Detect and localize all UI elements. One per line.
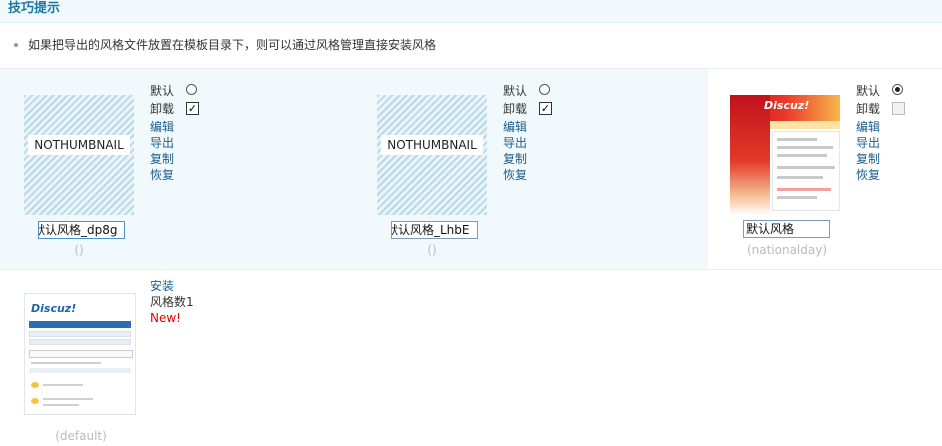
style-preview-image: Discuz! — [24, 293, 136, 415]
default-radio[interactable] — [892, 84, 903, 95]
restore-link[interactable]: 恢复 — [150, 167, 174, 183]
style-count: 风格数1 — [150, 295, 194, 309]
style-name-value: 默认风格_LhbE — [391, 223, 470, 237]
style-preview-image: Discuz! — [730, 95, 840, 215]
copy-link[interactable]: 复制 — [503, 151, 527, 167]
export-link[interactable]: 导出 — [856, 135, 880, 151]
restore-link[interactable]: 恢复 — [503, 167, 527, 183]
preview-nav — [770, 121, 840, 129]
copy-link[interactable]: 复制 — [150, 151, 174, 167]
preview-panel — [772, 131, 840, 211]
default-radio[interactable] — [539, 84, 550, 95]
tips-header: 技巧提示 — [0, 0, 942, 23]
style-thumbnail: NOTHUMBNAIL — [24, 95, 134, 215]
uninstall-option: 卸载 — [856, 101, 905, 119]
default-label: 默认 — [503, 84, 528, 98]
style-name-input[interactable]: 默认风格_dp8g — [38, 221, 125, 239]
preview-search — [29, 350, 133, 358]
style-name-value: 默认风格 — [746, 222, 795, 236]
style-actions: 默认 卸载 ✓ 编辑 导出 复制 恢复 — [150, 83, 199, 183]
preview-section-bar — [29, 368, 131, 373]
discuz-logo: Discuz! — [764, 99, 810, 112]
uninstalled-style-actions: 安装 风格数1 New! — [150, 278, 194, 326]
edit-link[interactable]: 编辑 — [856, 119, 880, 135]
tip-text: 如果把导出的风格文件放置在模板目录下，则可以通过风格管理直接安装风格 — [28, 38, 437, 52]
uninstall-option: 卸载 ✓ — [503, 101, 552, 119]
style-name-value: 默认风格_dp8g — [38, 223, 118, 237]
restore-link[interactable]: 恢复 — [856, 167, 880, 183]
style-thumbnail: NOTHUMBNAIL — [377, 95, 487, 215]
uninstall-checkbox[interactable]: ✓ — [186, 102, 199, 115]
edit-link[interactable]: 编辑 — [150, 119, 174, 135]
discuz-logo: Discuz! — [31, 302, 77, 315]
uninstall-label: 卸载 — [150, 102, 175, 116]
preview-flag — [730, 95, 770, 215]
default-option: 默认 — [150, 83, 197, 101]
new-badge: New! — [150, 311, 181, 325]
style-directory: (nationalday) — [746, 243, 828, 257]
no-thumbnail-label: NOTHUMBNAIL — [28, 135, 130, 155]
default-label: 默认 — [150, 84, 175, 98]
style-name-input[interactable]: 默认风格_LhbE — [391, 221, 478, 239]
default-radio[interactable] — [186, 84, 197, 95]
install-link[interactable]: 安装 — [150, 278, 194, 294]
edit-link[interactable]: 编辑 — [503, 119, 527, 135]
export-link[interactable]: 导出 — [503, 135, 527, 151]
style-directory: (default) — [55, 429, 107, 443]
tip-line: 如果把导出的风格文件放置在模板目录下，则可以通过风格管理直接安装风格 — [14, 36, 436, 53]
uninstall-label: 卸载 — [503, 102, 528, 116]
export-link[interactable]: 导出 — [150, 135, 174, 151]
style-directory: () — [427, 243, 437, 257]
default-option: 默认 — [503, 83, 550, 101]
tips-title: 技巧提示 — [8, 1, 61, 16]
uninstall-checkbox[interactable] — [892, 102, 905, 115]
uninstall-checkbox[interactable]: ✓ — [539, 102, 552, 115]
bullet-icon — [14, 42, 18, 47]
default-option: 默认 — [856, 83, 903, 101]
default-label: 默认 — [856, 84, 881, 98]
preview-nav — [29, 321, 131, 328]
uninstall-label: 卸载 — [856, 102, 881, 116]
no-thumbnail-label: NOTHUMBNAIL — [381, 135, 483, 155]
style-actions: 默认 卸载 ✓ 编辑 导出 复制 恢复 — [503, 83, 552, 183]
style-actions: 默认 卸载 编辑 导出 复制 恢复 — [856, 83, 905, 183]
style-name-input[interactable]: 默认风格 — [743, 220, 830, 238]
uninstall-option: 卸载 ✓ — [150, 101, 199, 119]
style-directory: () — [74, 243, 84, 257]
copy-link[interactable]: 复制 — [856, 151, 880, 167]
